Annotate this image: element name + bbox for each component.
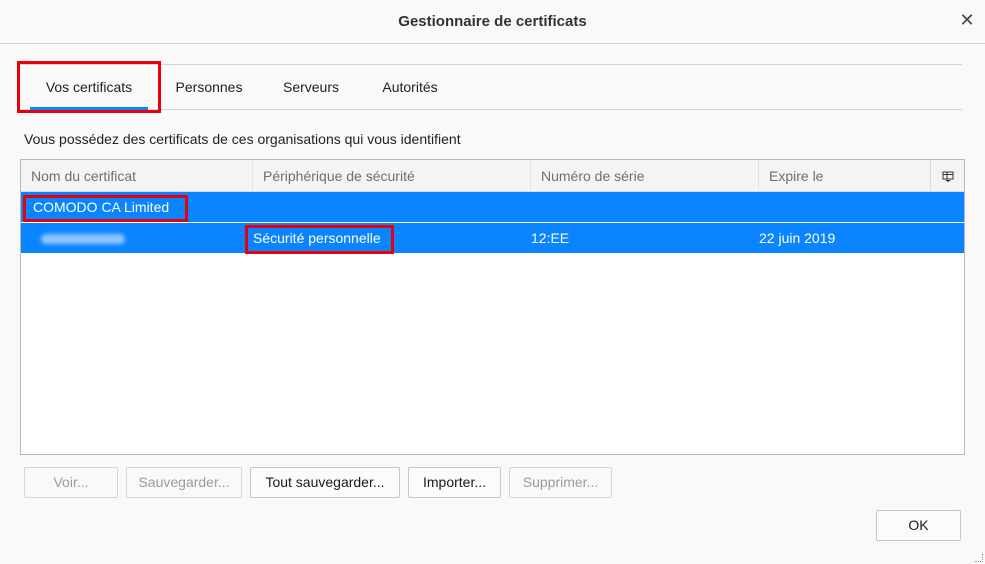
title-bar: Gestionnaire de certificats ✕ (0, 0, 985, 44)
cert-serial-prefix: 12:EE (531, 230, 570, 246)
column-header-expires[interactable]: Expire le (759, 160, 930, 192)
tab-vos-certificats[interactable]: Vos certificats (26, 65, 152, 110)
tree-cert-row[interactable]: Sécurité personnelle 12:EE 22 juin 2019 (21, 223, 964, 275)
column-header-device[interactable]: Périphérique de sécurité (253, 160, 531, 192)
tree-group-row[interactable]: COMODO CA Limited (21, 192, 964, 222)
tab-serveurs[interactable]: Serveurs (274, 65, 348, 110)
tab-autorites[interactable]: Autorités (370, 65, 450, 110)
resize-grip[interactable] (975, 554, 983, 562)
cert-serial: 12:EE (531, 223, 751, 275)
column-picker-icon[interactable] (930, 160, 964, 192)
ok-button[interactable]: OK (876, 510, 961, 541)
group-name: COMODO CA Limited (33, 199, 170, 215)
import-button[interactable]: Importer... (408, 467, 501, 498)
backup-all-button[interactable]: Tout sauvegarder... (250, 467, 400, 498)
tree-header: Nom du certificat Périphérique de sécuri… (21, 160, 964, 192)
backup-button[interactable]: Sauvegarder... (126, 467, 242, 498)
column-header-name[interactable]: Nom du certificat (21, 160, 253, 192)
delete-button[interactable]: Supprimer... (509, 467, 612, 498)
cert-expires: 22 juin 2019 (759, 230, 836, 246)
cert-name-redacted (41, 223, 141, 253)
close-icon[interactable]: ✕ (957, 10, 977, 30)
description-text: Vous possédez des certificats de ces org… (24, 131, 461, 147)
cert-device: Sécurité personnelle (253, 230, 381, 246)
redaction-blur (531, 264, 711, 275)
redaction-blur (41, 234, 125, 245)
certificate-tree[interactable]: Nom du certificat Périphérique de sécuri… (20, 159, 965, 455)
window-title: Gestionnaire de certificats (398, 13, 587, 30)
tab-personnes[interactable]: Personnes (164, 65, 254, 110)
tab-bar: Vos certificats Personnes Serveurs Autor… (20, 64, 962, 110)
view-button[interactable]: Voir... (24, 467, 118, 498)
column-header-serial[interactable]: Numéro de série (531, 160, 759, 192)
